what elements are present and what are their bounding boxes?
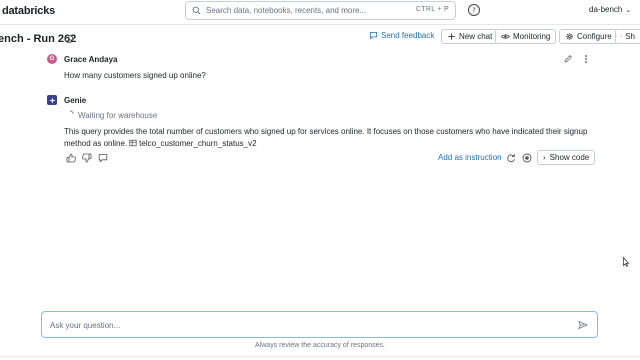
stop-icon[interactable] <box>522 153 532 163</box>
help-icon[interactable]: ? <box>467 3 481 17</box>
refresh-icon[interactable] <box>506 153 516 163</box>
genie-name: Genie <box>64 96 87 105</box>
loading-spinner-icon <box>69 110 74 115</box>
table-reference-link[interactable]: telco_customer_churn_status_v2 <box>139 139 256 148</box>
share-label: Sh <box>625 32 635 41</box>
accuracy-disclaimer: Always review the accuracy of responses. <box>255 342 385 349</box>
svg-text:?: ? <box>472 7 476 15</box>
question-input[interactable]: Ask your question... <box>41 311 598 338</box>
lock-icon <box>621 36 623 38</box>
configure-button[interactable]: Configure <box>559 29 618 44</box>
global-search-bar[interactable]: Search data, notebooks, recents, and mor… <box>185 1 456 20</box>
space-header: ench - Run 262 Send feedback New chat Mo… <box>0 24 640 50</box>
new-chat-label: New chat <box>459 32 493 41</box>
monitoring-button[interactable]: Monitoring <box>495 29 557 44</box>
comment-icon[interactable] <box>98 153 108 163</box>
top-navigation-bar: databricks Search data, notebooks, recen… <box>0 0 640 22</box>
send-feedback-label: Send feedback <box>381 31 435 40</box>
chevron-down-icon: ⌄ <box>625 7 632 14</box>
answer-text: This query provides the total number of … <box>64 126 594 150</box>
bottom-divider <box>0 356 640 357</box>
workspace-name: da-bench <box>589 5 623 14</box>
monitoring-label: Monitoring <box>513 32 551 41</box>
plus-icon <box>448 33 455 40</box>
thumbs-up-icon[interactable] <box>66 153 76 163</box>
share-button[interactable]: Sh <box>615 29 640 44</box>
search-icon <box>192 6 201 15</box>
add-as-instruction-link[interactable]: Add as instruction <box>438 153 502 162</box>
edit-icon[interactable] <box>563 54 573 64</box>
gear-icon <box>566 33 573 40</box>
show-code-label: Show code <box>549 153 590 162</box>
user-avatar: G <box>47 54 57 64</box>
history-icon[interactable] <box>64 34 74 44</box>
feedback-icon <box>369 31 378 40</box>
status-text: Waiting for warehouse <box>78 111 158 120</box>
user-question: How many customers signed up online? <box>64 71 206 80</box>
thumbs-down-icon[interactable] <box>82 153 92 163</box>
eye-icon <box>501 34 510 39</box>
databricks-logo[interactable]: databricks <box>2 5 55 17</box>
table-icon <box>129 139 137 147</box>
new-chat-button[interactable]: New chat <box>441 29 499 44</box>
more-options-icon[interactable] <box>581 54 591 64</box>
mouse-cursor-icon <box>623 257 629 267</box>
send-icon[interactable] <box>578 320 588 330</box>
configure-label: Configure <box>577 32 612 41</box>
genie-avatar <box>47 95 57 105</box>
user-name: Grace Andaya <box>64 55 118 64</box>
question-placeholder: Ask your question... <box>50 321 121 330</box>
search-shortcut: CTRL + P <box>415 6 449 13</box>
sparkle-icon <box>48 96 56 104</box>
send-feedback-button[interactable]: Send feedback <box>369 31 434 40</box>
workspace-switcher[interactable]: da-bench ⌄ <box>589 5 631 14</box>
show-code-button[interactable]: › Show code <box>537 150 596 165</box>
search-placeholder: Search data, notebooks, recents, and mor… <box>206 6 367 15</box>
chevron-right-icon: › <box>543 153 546 162</box>
